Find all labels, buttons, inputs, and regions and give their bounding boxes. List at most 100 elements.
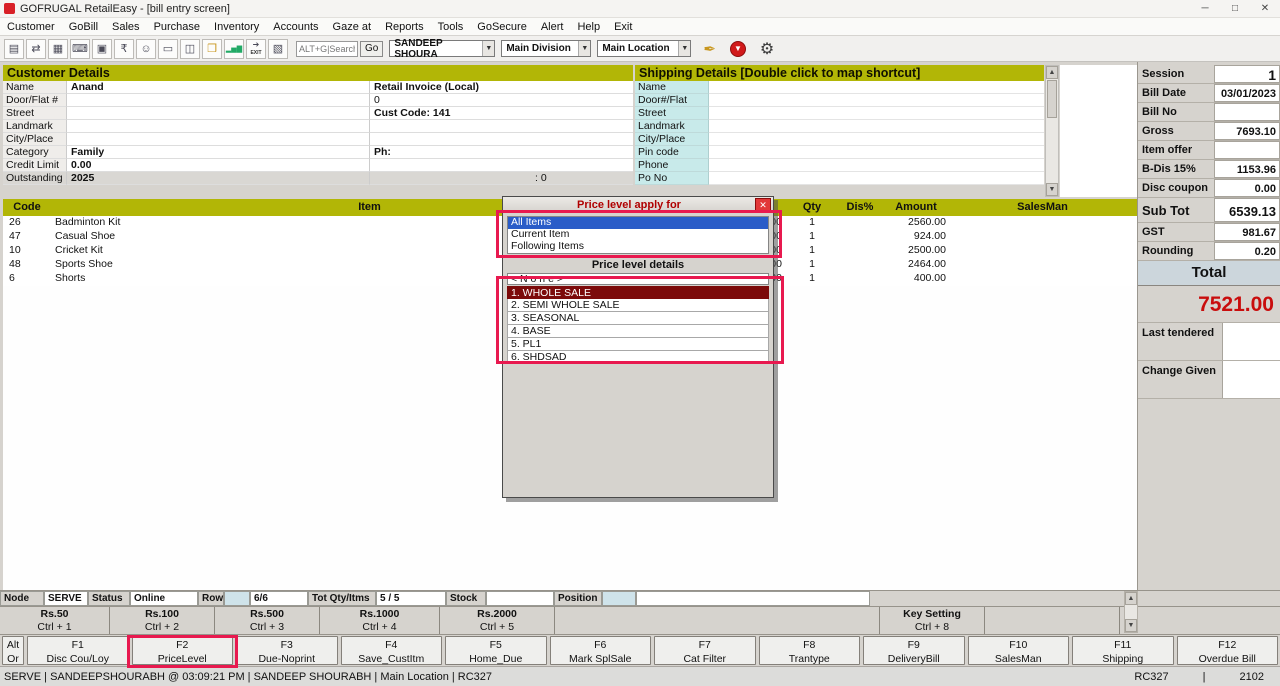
save-icon[interactable]: ◫: [180, 39, 200, 59]
position-value: [636, 591, 870, 606]
folder-icon[interactable]: ❒: [202, 39, 222, 59]
menu-purchase[interactable]: Purchase: [147, 21, 207, 33]
fkey-f3-due-noprint[interactable]: F3Due-Noprint: [236, 636, 338, 665]
tender-rs50-button[interactable]: Rs.50Ctrl + 1: [0, 607, 110, 634]
menu-alert[interactable]: Alert: [534, 21, 571, 33]
menu-reports[interactable]: Reports: [378, 21, 431, 33]
level-base[interactable]: 4. BASE: [507, 325, 769, 338]
price-level-details-label: Price level details: [503, 256, 773, 273]
menu-gosecure[interactable]: GoSecure: [470, 21, 534, 33]
customer-details-panel: Customer Details Name Anand Retail Invoi…: [3, 65, 633, 197]
settings-gear-icon[interactable]: ⚙: [760, 39, 774, 59]
tender-rs500-button[interactable]: Rs.500Ctrl + 3: [215, 607, 320, 634]
tender-rs100-button[interactable]: Rs.100Ctrl + 2: [110, 607, 215, 634]
option-following-items[interactable]: Following Items: [508, 241, 768, 253]
cell-salesman: [948, 258, 1137, 272]
cash-icon[interactable]: ₹: [114, 39, 134, 59]
fkey-f1-disc-cou-loy[interactable]: F1Disc Cou/Loy: [27, 636, 129, 665]
level-seasonal[interactable]: 3. SEASONAL: [507, 312, 769, 325]
category-field[interactable]: Family: [67, 146, 370, 159]
user-dropdown[interactable]: SANDEEP SHOURA ▼: [389, 40, 495, 57]
chart-icon[interactable]: ▂▅▇: [224, 39, 244, 59]
maximize-button[interactable]: □: [1220, 0, 1250, 17]
level-pl1[interactable]: 5. PL1: [507, 338, 769, 351]
level-semi-whole-sale[interactable]: 2. SEMI WHOLE SALE: [507, 299, 769, 312]
division-dropdown[interactable]: Main Division ▼: [501, 40, 591, 57]
scroll-down-icon[interactable]: ▼: [1125, 619, 1137, 632]
level-shdsad[interactable]: 6. SHDSAD: [507, 351, 769, 364]
bill-icon[interactable]: ▤: [4, 39, 24, 59]
fkey-f9-deliverybill[interactable]: F9DeliveryBill: [863, 636, 965, 665]
details-scrollbar[interactable]: ▲ ▼: [1045, 65, 1059, 197]
level-whole-sale[interactable]: 1. WHOLE SALE: [507, 286, 769, 299]
download-icon[interactable]: ▼: [730, 41, 746, 57]
cell-amount: 400.00: [884, 272, 948, 286]
scroll-up-icon[interactable]: ▲: [1046, 66, 1058, 79]
key-setting-button[interactable]: Key SettingCtrl + 8: [880, 607, 985, 634]
printer-icon[interactable]: ▣: [92, 39, 112, 59]
menu-tools[interactable]: Tools: [431, 21, 471, 33]
fkey-f5-home-due[interactable]: F5Home_Due: [445, 636, 547, 665]
ship-name-field[interactable]: [709, 81, 1044, 94]
fkey-f12-overdue-bill[interactable]: F12Overdue Bill: [1177, 636, 1279, 665]
minimize-button[interactable]: ─: [1190, 0, 1220, 17]
fkey-f11-shipping[interactable]: F11Shipping: [1072, 636, 1174, 665]
name-field[interactable]: Anand: [67, 81, 370, 94]
customer-icon[interactable]: ☺: [136, 39, 156, 59]
field-label: Name: [3, 81, 67, 94]
fkey-f8-trantype[interactable]: F8Trantype: [759, 636, 861, 665]
scroll-up-icon[interactable]: ▲: [1125, 592, 1137, 605]
door-field[interactable]: [67, 94, 370, 107]
tender-rs1000-button[interactable]: Rs.1000Ctrl + 4: [320, 607, 440, 634]
menu-gobill[interactable]: GoBill: [62, 21, 105, 33]
ship-city-field[interactable]: [709, 133, 1044, 146]
menu-gaze-at[interactable]: Gaze at: [326, 21, 379, 33]
city-field[interactable]: [67, 133, 370, 146]
info-value: [370, 159, 633, 172]
bottom-scrollbar[interactable]: ▲ ▼: [1124, 591, 1138, 633]
scroll-down-icon[interactable]: ▼: [1046, 183, 1058, 196]
apply-scope-list: All Items Current Item Following Items: [507, 216, 769, 254]
position-label: Position: [554, 591, 602, 606]
ship-pincode-field[interactable]: [709, 146, 1044, 159]
item-offer-value: [1214, 141, 1280, 159]
fkey-f10-salesman[interactable]: F10SalesMan: [968, 636, 1070, 665]
ship-landmark-field[interactable]: [709, 120, 1044, 133]
cell-dis: [836, 272, 884, 286]
location-dropdown[interactable]: Main Location ▼: [597, 40, 691, 57]
option-none[interactable]: < N o n e >: [507, 273, 769, 285]
card-machine-icon[interactable]: ▦: [48, 39, 68, 59]
go-button[interactable]: Go: [360, 41, 383, 57]
fkey-f4-save-custitm[interactable]: F4Save_CustItm: [341, 636, 443, 665]
menu-customer[interactable]: Customer: [0, 21, 62, 33]
dialog-close-icon[interactable]: ✕: [755, 198, 771, 211]
shipping-details-header: Shipping Details [Double click to map sh…: [635, 65, 1044, 81]
search-input[interactable]: [296, 41, 358, 57]
menu-sales[interactable]: Sales: [105, 21, 147, 33]
close-button[interactable]: ✕: [1250, 0, 1280, 17]
ship-door-field[interactable]: [709, 94, 1044, 107]
quill-icon[interactable]: ✒: [703, 40, 716, 58]
landmark-field[interactable]: [67, 120, 370, 133]
menu-help[interactable]: Help: [570, 21, 607, 33]
image-icon[interactable]: ▧: [268, 39, 288, 59]
keyboard-icon[interactable]: ⌨: [70, 39, 90, 59]
session-label: Session: [1138, 65, 1214, 83]
fkey-f2-pricelevel[interactable]: F2PriceLevel: [132, 636, 234, 665]
ship-street-field[interactable]: [709, 107, 1044, 120]
ship-pono-field[interactable]: [709, 172, 1044, 185]
exit-icon[interactable]: ➔ EXIT: [246, 39, 266, 59]
menu-bar: Customer GoBill Sales Purchase Inventory…: [0, 18, 1280, 36]
scroll-thumb[interactable]: [1047, 80, 1057, 118]
exchange-icon[interactable]: ⇄: [26, 39, 46, 59]
ship-label: Pin code: [635, 146, 709, 159]
display-icon[interactable]: ▭: [158, 39, 178, 59]
fkey-f7-cat-filter[interactable]: F7Cat Filter: [654, 636, 756, 665]
menu-accounts[interactable]: Accounts: [266, 21, 325, 33]
ship-phone-field[interactable]: [709, 159, 1044, 172]
street-field[interactable]: [67, 107, 370, 120]
tender-rs2000-button[interactable]: Rs.2000Ctrl + 5: [440, 607, 555, 634]
menu-inventory[interactable]: Inventory: [207, 21, 266, 33]
fkey-f6-mark-splsale[interactable]: F6Mark SplSale: [550, 636, 652, 665]
menu-exit[interactable]: Exit: [607, 21, 639, 33]
